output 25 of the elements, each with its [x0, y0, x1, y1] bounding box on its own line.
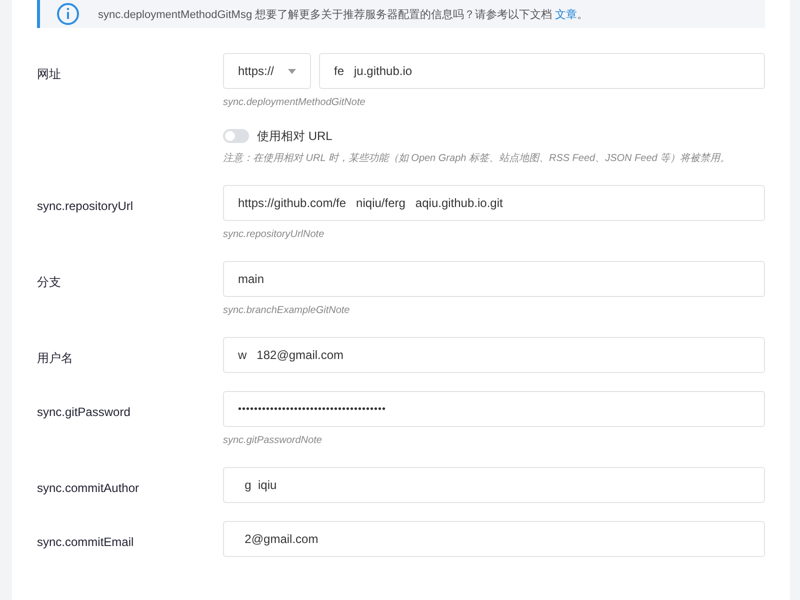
field-note: 注意：在使用相对 URL 时，某些功能（如 Open Graph 标签、站点地图、RSS Feed、JSON Feed 等）将被禁用。	[223, 152, 732, 166]
field-label: sync.gitPassword	[37, 405, 130, 419]
field-label: 分支	[37, 275, 61, 289]
text-field[interactable]: w 182@gmail.com	[223, 337, 765, 373]
field-label: sync.repositoryUrl	[37, 199, 134, 213]
text-field[interactable]: main	[223, 261, 765, 297]
text-field[interactable]: 2@gmail.com	[223, 521, 765, 557]
field-label: 网址	[37, 67, 61, 81]
field-note: sync.repositoryUrlNote	[223, 228, 326, 242]
article-link[interactable]: 文章	[555, 9, 578, 21]
toggle-label: 使用相对 URL	[257, 128, 332, 144]
text-field[interactable]: g iqiu	[223, 467, 765, 503]
password-field[interactable]: •••••••••••••••••••••••••••••••••••••	[223, 391, 765, 427]
field-label: 用户名	[37, 351, 73, 365]
url-field[interactable]: fe ju.github.io	[319, 53, 765, 89]
caret-icon	[288, 68, 296, 74]
field-label: sync.commitAuthor	[37, 481, 140, 495]
field-note: sync.deploymentMethodGitNote	[223, 96, 366, 110]
field-label: sync.commitEmail	[37, 535, 134, 549]
field-note: sync.gitPasswordNote	[223, 434, 323, 448]
info-message: sync.deploymentMethodGitMsg 想要了解更多关于推荐服务器配置的信息吗？请参考以下文档 文章。	[98, 8, 588, 22]
field-note: sync.branchExampleGitNote	[223, 304, 351, 318]
toggle-switch[interactable]	[223, 129, 249, 143]
text-field[interactable]: https://github.com/fe niqiu/ferg aqiu.github.io.git	[223, 185, 765, 221]
protocol-select[interactable]: https://	[223, 53, 311, 89]
